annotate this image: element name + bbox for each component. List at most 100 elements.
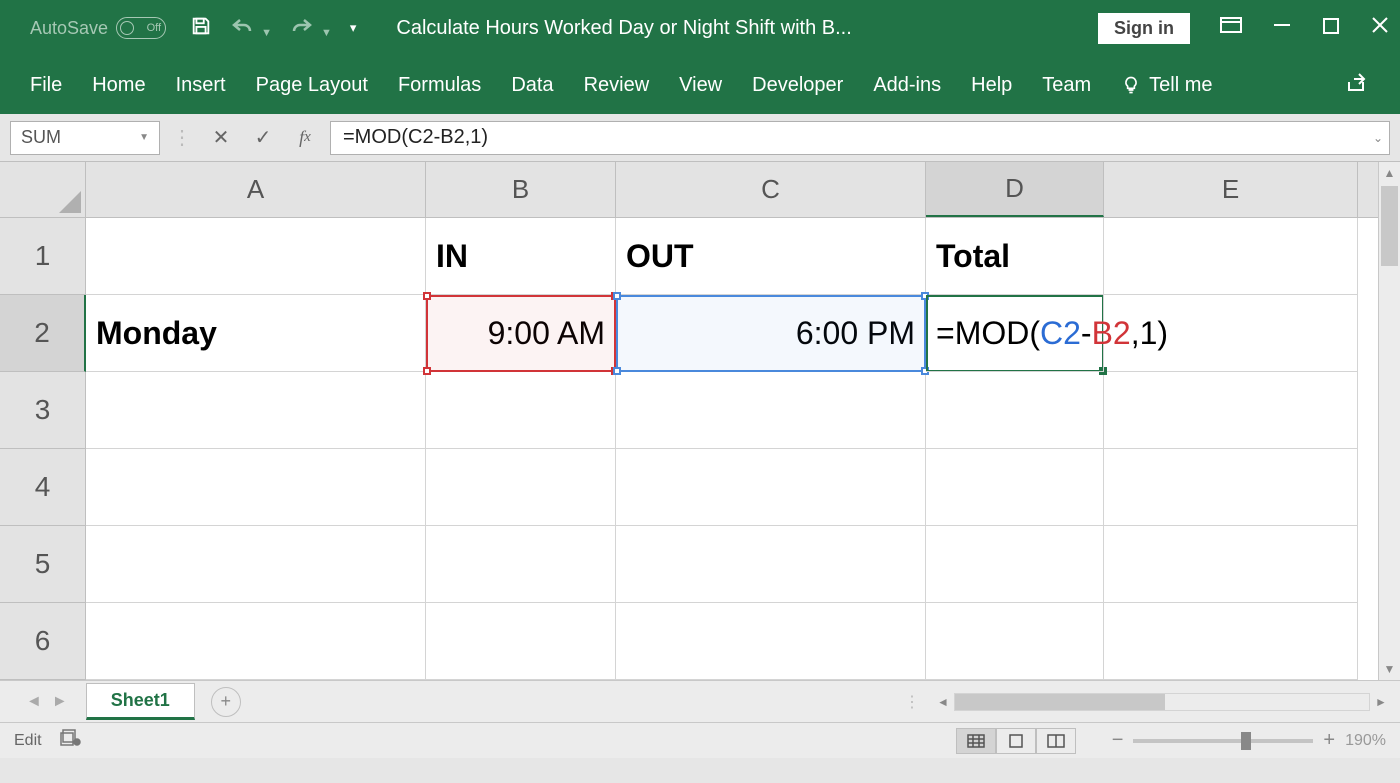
row-header-3[interactable]: 3 (0, 372, 86, 449)
tab-formulas[interactable]: Formulas (398, 74, 481, 97)
cancel-formula-icon[interactable]: ✕ (204, 121, 238, 155)
formula-input[interactable]: =MOD(C2-B2,1) ⌄ (330, 121, 1390, 155)
close-icon[interactable] (1370, 15, 1390, 41)
undo-icon[interactable]: ▼ (230, 16, 272, 41)
cell-d5[interactable] (926, 526, 1104, 603)
sign-in-button[interactable]: Sign in (1098, 13, 1190, 44)
ribbon-display-icon[interactable] (1220, 15, 1242, 41)
tab-insert[interactable]: Insert (176, 74, 226, 97)
cell-c4[interactable] (616, 449, 926, 526)
column-header-b[interactable]: B (426, 162, 616, 217)
cell-a6[interactable] (86, 603, 426, 680)
cell-d1[interactable]: Total (926, 218, 1104, 295)
column-header-a[interactable]: A (86, 162, 426, 217)
insert-function-icon[interactable]: fx (288, 121, 322, 155)
cell-a3[interactable] (86, 372, 426, 449)
hscroll-thumb[interactable] (955, 694, 1165, 710)
scroll-right-icon[interactable]: ► (1370, 695, 1392, 709)
zoom-slider[interactable] (1133, 739, 1313, 743)
cell-e4[interactable] (1104, 449, 1358, 526)
view-page-break-icon[interactable] (1036, 728, 1076, 754)
tab-add-ins[interactable]: Add-ins (873, 74, 941, 97)
vertical-scrollbar[interactable]: ▲ ▼ (1378, 162, 1400, 680)
tab-file[interactable]: File (30, 74, 62, 97)
add-sheet-button[interactable]: + (211, 687, 241, 717)
select-all-corner[interactable] (0, 162, 86, 217)
cell-c5[interactable] (616, 526, 926, 603)
macro-record-icon[interactable] (60, 729, 82, 752)
minimize-icon[interactable] (1272, 15, 1292, 41)
horizontal-scrollbar[interactable]: ◄ ► (932, 692, 1392, 712)
tab-home[interactable]: Home (92, 74, 145, 97)
cell-a4[interactable] (86, 449, 426, 526)
customize-qat-icon[interactable]: ▾ (350, 20, 357, 36)
cell-d6[interactable] (926, 603, 1104, 680)
sheet-tab-sheet1[interactable]: Sheet1 (86, 683, 195, 720)
tab-developer[interactable]: Developer (752, 74, 843, 97)
lightbulb-icon (1121, 75, 1141, 95)
column-header-e[interactable]: E (1104, 162, 1358, 217)
cell-c1[interactable]: OUT (616, 218, 926, 295)
sheet-nav: ◄ ► (8, 693, 86, 711)
cell-b1[interactable]: IN (426, 218, 616, 295)
cell-a2[interactable]: Monday (86, 295, 426, 372)
tab-data[interactable]: Data (511, 74, 553, 97)
zoom-thumb[interactable] (1241, 732, 1251, 750)
cell-e5[interactable] (1104, 526, 1358, 603)
tab-team[interactable]: Team (1042, 74, 1091, 97)
row-header-4[interactable]: 4 (0, 449, 86, 526)
tab-review[interactable]: Review (584, 74, 650, 97)
sheet-nav-prev-icon[interactable]: ◄ (26, 693, 42, 711)
cells-area[interactable]: IN OUT Total Monday 9:00 AM 6:00 PM =MOD… (86, 218, 1378, 680)
zoom-percent[interactable]: 190% (1345, 732, 1386, 750)
row-header-5[interactable]: 5 (0, 526, 86, 603)
vscroll-track[interactable] (1379, 184, 1400, 658)
cell-c2[interactable]: 6:00 PM (616, 295, 926, 372)
tell-me-search[interactable]: Tell me (1121, 74, 1212, 97)
zoom-in-button[interactable]: + (1323, 729, 1335, 752)
scroll-up-icon[interactable]: ▲ (1379, 162, 1400, 184)
cell-d2[interactable]: =MOD(C2-B2,1) (926, 295, 1104, 372)
redo-icon[interactable]: ▼ (290, 16, 332, 41)
formula-bar: SUM ▼ ⋮ ✕ ✓ fx =MOD(C2-B2,1) ⌄ (0, 114, 1400, 162)
cell-b5[interactable] (426, 526, 616, 603)
view-normal-icon[interactable] (956, 728, 996, 754)
vscroll-thumb[interactable] (1381, 186, 1398, 266)
cell-e3[interactable] (1104, 372, 1358, 449)
scroll-left-icon[interactable]: ◄ (932, 695, 954, 709)
enter-formula-icon[interactable]: ✓ (246, 121, 280, 155)
cell-e1[interactable] (1104, 218, 1358, 295)
cell-b4[interactable] (426, 449, 616, 526)
name-box[interactable]: SUM ▼ (10, 121, 160, 155)
sheet-nav-next-icon[interactable]: ► (52, 693, 68, 711)
scroll-down-icon[interactable]: ▼ (1379, 658, 1400, 680)
expand-formula-icon[interactable]: ⌄ (1373, 131, 1383, 145)
view-page-layout-icon[interactable] (996, 728, 1036, 754)
cell-d3[interactable] (926, 372, 1104, 449)
autosave-toggle[interactable]: AutoSave Off (30, 17, 166, 39)
autosave-switch[interactable]: Off (116, 17, 166, 39)
cell-b6[interactable] (426, 603, 616, 680)
tab-help[interactable]: Help (971, 74, 1012, 97)
cell-a5[interactable] (86, 526, 426, 603)
chevron-down-icon[interactable]: ▼ (139, 132, 149, 143)
hscroll-track[interactable] (954, 693, 1370, 711)
row-header-1[interactable]: 1 (0, 218, 86, 295)
maximize-icon[interactable] (1322, 15, 1340, 41)
row-header-2[interactable]: 2 (0, 295, 86, 372)
cell-b3[interactable] (426, 372, 616, 449)
row-header-6[interactable]: 6 (0, 603, 86, 680)
save-icon[interactable] (190, 15, 212, 42)
tab-page-layout[interactable]: Page Layout (256, 74, 368, 97)
cell-d4[interactable] (926, 449, 1104, 526)
cell-e6[interactable] (1104, 603, 1358, 680)
zoom-out-button[interactable]: − (1112, 729, 1124, 752)
column-header-c[interactable]: C (616, 162, 926, 217)
tab-view[interactable]: View (679, 74, 722, 97)
column-header-d[interactable]: D (926, 162, 1104, 217)
cell-c3[interactable] (616, 372, 926, 449)
cell-c6[interactable] (616, 603, 926, 680)
cell-a1[interactable] (86, 218, 426, 295)
cell-b2[interactable]: 9:00 AM (426, 295, 616, 372)
share-icon[interactable] (1346, 71, 1370, 99)
